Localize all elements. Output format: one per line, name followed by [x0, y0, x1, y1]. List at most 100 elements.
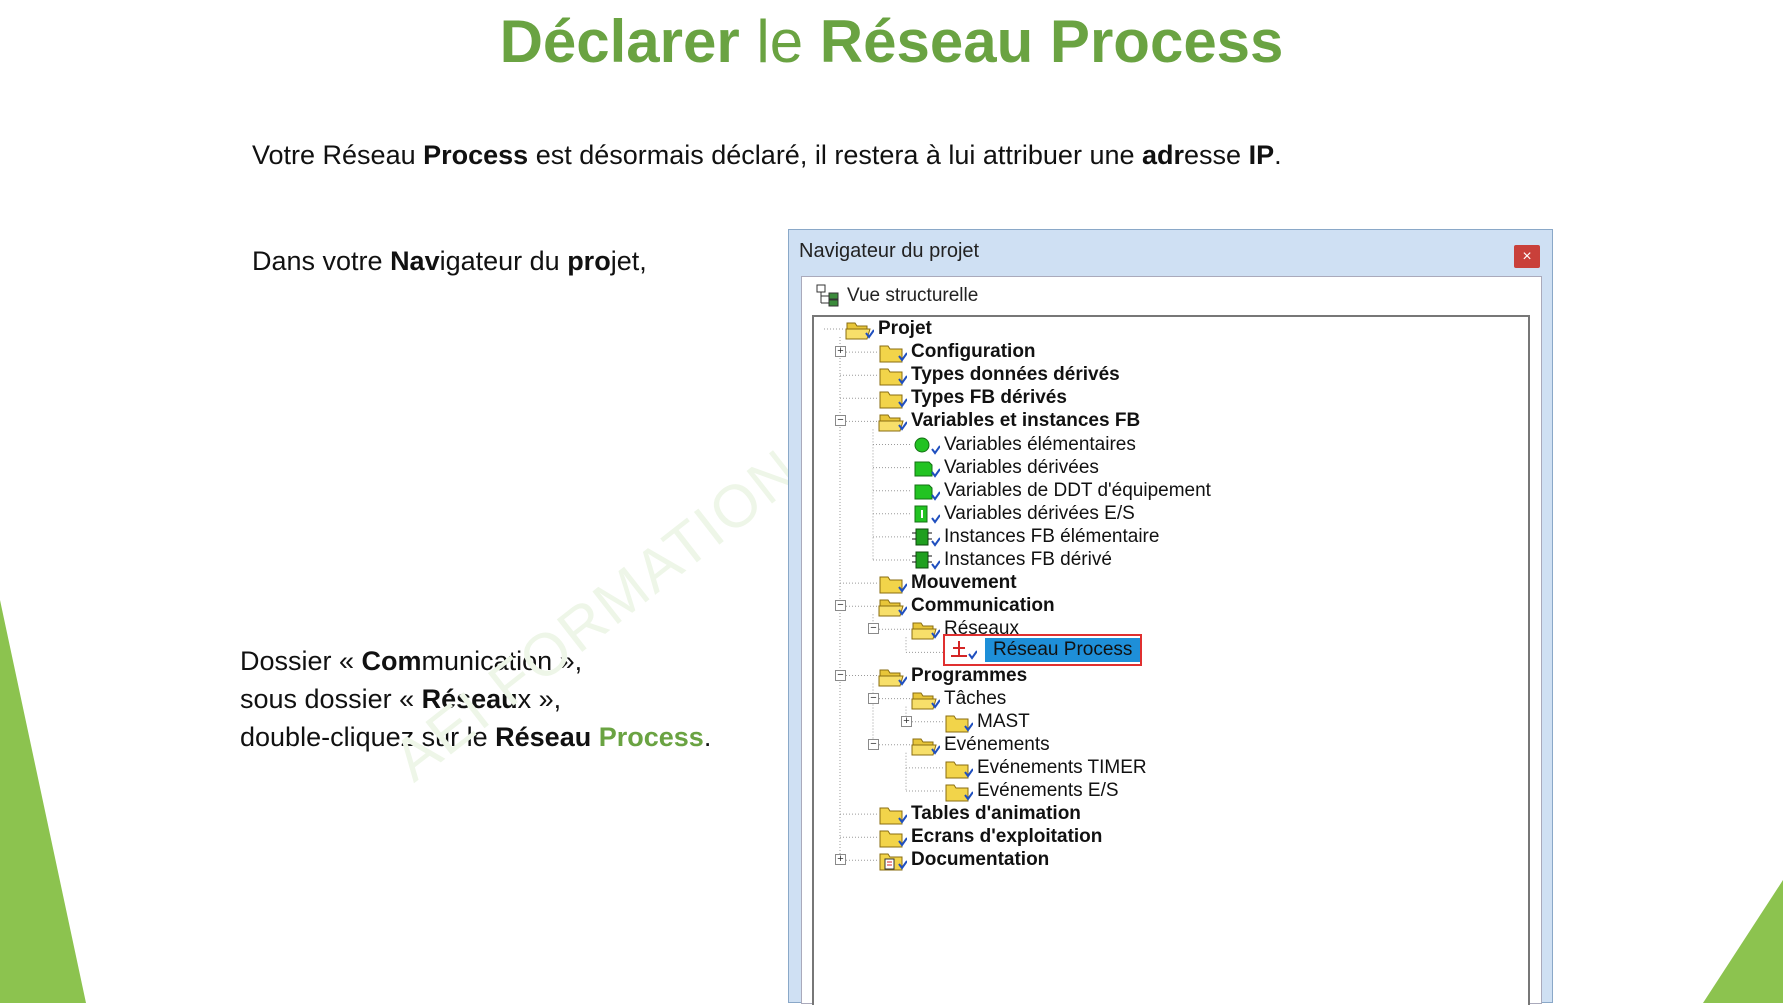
tree-item-label: Variables élémentaires: [944, 433, 1136, 455]
open-folder-icon: [878, 599, 907, 617]
intro-text-4: .: [1274, 140, 1282, 170]
open-folder-icon: [911, 738, 940, 756]
tree-item[interactable]: Variables dérivées E/S: [910, 502, 1135, 526]
intro-bold-1: Process: [423, 140, 529, 170]
tree-item-label: Projet: [878, 318, 932, 339]
tree-item[interactable]: Projet: [844, 317, 932, 341]
intro-bold-2: adr: [1142, 140, 1185, 170]
expand-toggle[interactable]: +: [835, 854, 846, 866]
folder-icon: [879, 830, 907, 848]
tree-item-label: Ecrans d'exploitation: [911, 826, 1103, 848]
documentation-icon: [879, 853, 907, 871]
tree-item[interactable]: Evénements: [910, 733, 1050, 757]
left-decor-triangle: [0, 600, 86, 1003]
tree-item-label: Variables dérivées: [944, 456, 1099, 478]
tree-item[interactable]: Tâches: [910, 687, 1006, 711]
tree-item-label: Réseau Process: [985, 638, 1141, 663]
nav-bold-2: pro: [567, 246, 611, 276]
intro-text-1: Votre Réseau: [252, 140, 424, 170]
folder-icon: [945, 784, 973, 802]
tree-item[interactable]: Variables et instances FB: [877, 409, 1140, 433]
instr-1b: Com: [361, 646, 422, 676]
collapse-toggle[interactable]: −: [868, 623, 879, 635]
nav-text-4: et,: [616, 246, 647, 276]
tree-item[interactable]: Mouvement: [877, 571, 1017, 595]
nav-bold-1: Nav: [390, 246, 440, 276]
tree-item-label: Variables dérivées E/S: [944, 502, 1135, 524]
navigator-sentence: Dans votre Navigateur du projet,: [252, 242, 647, 280]
tree-item[interactable]: Types FB dérivés: [877, 386, 1067, 410]
derived-variable-icon: [914, 461, 940, 478]
tree-item[interactable]: Variables élémentaires: [910, 433, 1136, 457]
intro-bold-3: IP: [1248, 140, 1275, 170]
tree-item[interactable]: Documentation: [877, 848, 1049, 872]
collapse-toggle[interactable]: −: [868, 692, 879, 704]
navigator-title: Navigateur du projet: [799, 240, 980, 262]
navigator-titlebar[interactable]: Navigateur du projet ×: [789, 230, 1552, 272]
tree-item[interactable]: Réseau Process: [943, 634, 1143, 667]
slide-title: Déclarer le Réseau Process: [0, 6, 1783, 78]
tree-item[interactable]: MAST: [943, 710, 1030, 734]
tree-item-label: MAST: [977, 710, 1030, 732]
tree-item[interactable]: Tables d'animation: [877, 802, 1081, 826]
expand-toggle[interactable]: +: [901, 715, 912, 727]
title-part3: Réseau Process: [819, 8, 1284, 75]
instr-2a: sous dossier «: [240, 684, 422, 714]
structural-view-label: Vue structurelle: [847, 285, 979, 306]
tree-item-label: Instances FB élémentaire: [944, 525, 1160, 547]
close-button[interactable]: ×: [1514, 245, 1540, 268]
instr-1a: Dossier «: [240, 646, 362, 676]
nav-text-1: Dans votre: [252, 246, 391, 276]
instr-3d: Process: [598, 722, 704, 752]
tree-item[interactable]: Instances FB dérivé: [910, 548, 1112, 572]
folder-icon: [945, 715, 973, 733]
tree-item[interactable]: Ecrans d'exploitation: [877, 825, 1102, 849]
open-folder-icon: [911, 622, 940, 640]
instr-3e: .: [703, 722, 712, 752]
tree-item[interactable]: Instances FB élémentaire: [910, 525, 1159, 549]
tree-item-label: Communication: [911, 595, 1055, 617]
tree-item-label: Mouvement: [911, 572, 1017, 594]
tree-item-label: Instances FB dérivé: [944, 549, 1112, 570]
expand-toggle[interactable]: +: [835, 346, 846, 358]
tree-item-label: Variables et instances FB: [911, 410, 1141, 432]
tree-item[interactable]: Types données dérivés: [877, 363, 1120, 387]
folder-icon: [879, 368, 907, 386]
tree-item[interactable]: Communication: [877, 594, 1055, 618]
tree-item-label: Evénements E/S: [977, 780, 1119, 801]
tree-item-label: Tâches: [944, 687, 1007, 709]
navigator-panel: Vue structurelle Projet Configuration + Typ…: [801, 276, 1542, 1005]
derived-variable-icon: [914, 484, 940, 501]
intro-text-3: esse: [1184, 140, 1249, 170]
function-block-icon: [912, 551, 940, 570]
tree-item[interactable]: Configuration: [877, 340, 1036, 364]
tree-item[interactable]: Evénements TIMER: [943, 756, 1147, 780]
tree-item-label: Evénements: [944, 733, 1050, 755]
tree-item-label: Types FB dérivés: [911, 387, 1067, 409]
tree-item-label: Tables d'animation: [911, 803, 1081, 825]
collapse-toggle[interactable]: −: [835, 415, 846, 427]
collapse-toggle[interactable]: −: [868, 738, 879, 750]
tree-item[interactable]: Variables dérivées: [910, 456, 1099, 480]
network-icon: [951, 641, 977, 661]
tree-item-label: Evénements TIMER: [977, 756, 1147, 778]
structural-view-header[interactable]: Vue structurelle: [802, 277, 1541, 313]
tree-item-label: Types données dérivés: [911, 364, 1120, 386]
intro-text-2: est désormais déclaré, il restera à lui …: [528, 140, 1142, 170]
elementary-variable-icon: [914, 437, 940, 455]
tree-item[interactable]: Programmes: [877, 664, 1027, 688]
open-folder-icon: [878, 669, 907, 686]
io-variable-icon: [914, 505, 940, 524]
folder-icon: [879, 345, 907, 363]
tree-item[interactable]: Variables de DDT d'équipement: [910, 479, 1211, 503]
title-part2: le: [739, 8, 820, 75]
collapse-toggle[interactable]: −: [835, 669, 846, 681]
collapse-toggle[interactable]: −: [835, 600, 846, 612]
tree-item[interactable]: Evénements E/S: [943, 779, 1119, 803]
project-navigator-window: Navigateur du projet × Vue structurelle …: [788, 229, 1553, 1005]
folder-icon: [879, 807, 907, 825]
folder-icon: [879, 576, 907, 594]
folder-icon: [945, 761, 973, 779]
selected-tree-item-highlight[interactable]: Réseau Process: [943, 634, 1143, 667]
nav-text-2: igateur du: [439, 246, 568, 276]
